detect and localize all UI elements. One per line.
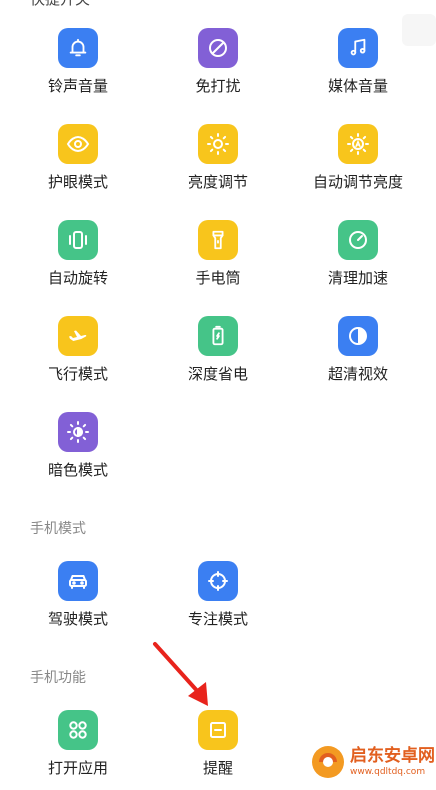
battery-icon	[198, 316, 238, 356]
section-title-phone-functions: 手机功能	[30, 670, 86, 686]
grid-item-auto-brightness[interactable]: 自动调节亮度	[298, 124, 418, 204]
grid-item-reminder[interactable]: 提醒	[158, 710, 278, 790]
grid-item-eye-protection[interactable]: 护眼模式	[18, 124, 138, 204]
dark-mode-sun-icon	[58, 412, 98, 452]
watermark-logo-icon	[312, 746, 344, 778]
grid-item-label: 媒体音量	[327, 77, 388, 95]
grid-item-focus-mode[interactable]: 专注模式	[158, 561, 278, 641]
grid-item-label: 暗色模式	[47, 461, 108, 479]
car-icon	[58, 561, 98, 601]
flashlight-icon	[198, 220, 238, 260]
grid-item-label: 深度省电	[187, 365, 248, 383]
grid-item-auto-rotate[interactable]: 自动旋转	[18, 220, 138, 300]
grid-item-label: 护眼模式	[47, 173, 108, 191]
grid-item-brightness[interactable]: 亮度调节	[158, 124, 278, 204]
eye-icon	[58, 124, 98, 164]
grid-item-label: 自动旋转	[47, 269, 108, 287]
grid-item-label: 专注模式	[187, 610, 248, 628]
grid-item-label: 打开应用	[47, 759, 108, 777]
grid-item-flashlight[interactable]: 手电筒	[158, 220, 278, 300]
grid-item-ringtone-volume[interactable]: 铃声音量	[18, 28, 138, 108]
grid-item-deep-power-saving[interactable]: 深度省电	[158, 316, 278, 396]
rotate-icon	[58, 220, 98, 260]
cut-off-section-title: 快捷开关	[30, 0, 90, 9]
grid-item-label: 清理加速	[327, 269, 388, 287]
grid-item-open-app[interactable]: 打开应用	[18, 710, 138, 790]
grid-item-do-not-disturb[interactable]: 免打扰	[158, 28, 278, 108]
app-grid-icon	[58, 710, 98, 750]
watermark: 启东安卓网 www.qdltdq.com	[310, 744, 435, 780]
sun-icon	[198, 124, 238, 164]
grid-item-media-volume[interactable]: 媒体音量	[298, 28, 418, 108]
speedometer-icon	[338, 220, 378, 260]
watermark-title: 启东安卓网	[350, 746, 435, 767]
airplane-icon	[58, 316, 98, 356]
grid-item-cleanup[interactable]: 清理加速	[298, 220, 418, 300]
grid-item-label: 铃声音量	[47, 77, 108, 95]
grid-item-label: 飞行模式	[47, 365, 108, 383]
reminder-icon	[198, 710, 238, 750]
music-note-icon	[338, 28, 378, 68]
bell-icon	[58, 28, 98, 68]
grid-item-dark-mode[interactable]: 暗色模式	[18, 412, 138, 492]
grid-item-label: 亮度调节	[187, 173, 248, 191]
grid-item-label: 提醒	[202, 759, 233, 777]
grid-item-label: 驾驶模式	[47, 610, 108, 628]
do-not-disturb-icon	[198, 28, 238, 68]
grid-item-label: 手电筒	[195, 269, 241, 287]
contrast-icon	[338, 316, 378, 356]
watermark-url: www.qdltdq.com	[350, 766, 426, 777]
auto-brightness-icon	[338, 124, 378, 164]
focus-target-icon	[198, 561, 238, 601]
grid-item-label: 免打扰	[195, 77, 241, 95]
grid-item-label: 自动调节亮度	[312, 173, 403, 191]
grid-item-label: 超清视效	[327, 365, 388, 383]
grid-item-airplane-mode[interactable]: 飞行模式	[18, 316, 138, 396]
grid-item-ultra-clear-visual[interactable]: 超清视效	[298, 316, 418, 396]
red-annotation-arrow	[153, 642, 208, 706]
section-title-phone-modes: 手机模式	[30, 521, 86, 537]
grid-item-driving-mode[interactable]: 驾驶模式	[18, 561, 138, 641]
